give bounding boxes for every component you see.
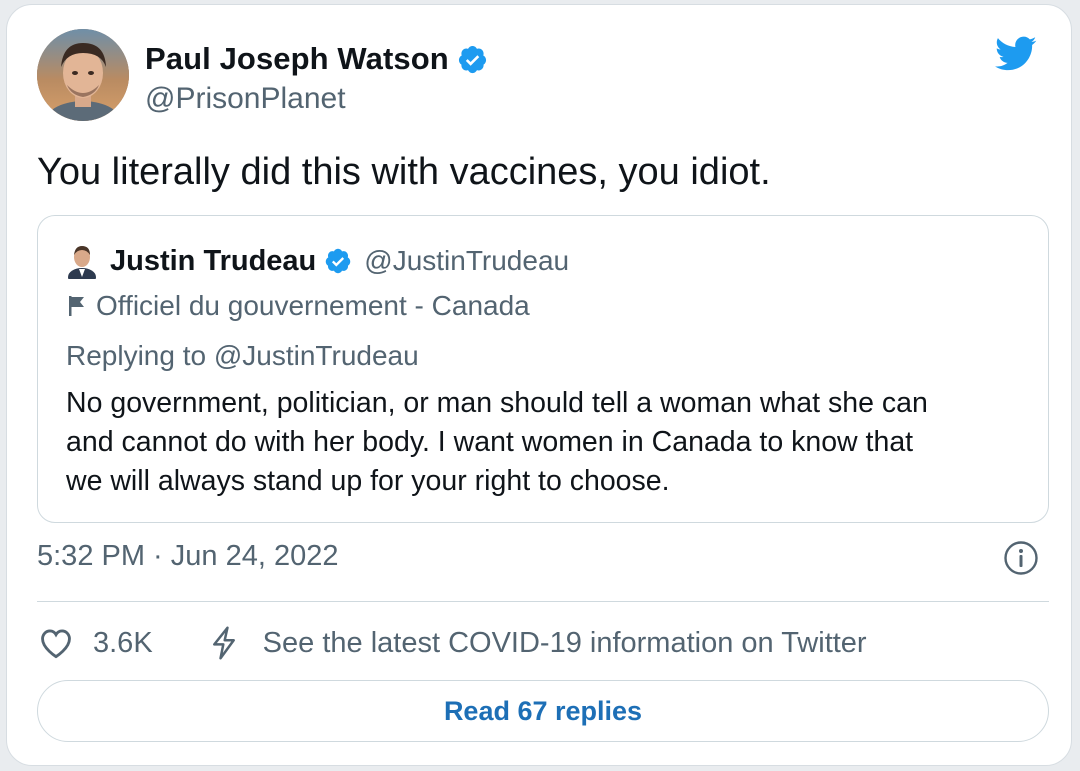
quoted-author-name[interactable]: Justin Trudeau (110, 245, 316, 278)
verified-badge-icon (458, 45, 486, 73)
verified-badge-icon (326, 248, 351, 274)
quoted-author-avatar[interactable] (66, 243, 98, 279)
bolt-icon[interactable] (207, 625, 241, 661)
quoted-tweet-header: Justin Trudeau @JustinTrudeau (66, 243, 569, 279)
flag-icon (69, 296, 84, 316)
author-block: Paul Joseph Watson @PrisonPlanet (145, 39, 488, 116)
replying-to[interactable]: Replying to @JustinTrudeau (66, 340, 419, 372)
divider (37, 601, 1049, 602)
tweet-card: Paul Joseph Watson @PrisonPlanet You lit… (6, 4, 1072, 766)
heart-icon[interactable] (37, 624, 75, 662)
read-replies-button[interactable]: Read 67 replies (37, 680, 1049, 742)
quoted-tweet-line: No government, politician, or man should… (66, 387, 928, 419)
quoted-tweet[interactable]: Justin Trudeau @JustinTrudeau Officiel d… (37, 215, 1049, 523)
author-handle[interactable]: @PrisonPlanet (145, 82, 488, 116)
government-label-text: Officiel du gouvernement - Canada (96, 290, 530, 321)
tweet-actions: 3.6K See the latest COVID-19 information… (37, 618, 867, 668)
twitter-bird-icon[interactable] (995, 36, 1037, 72)
author-name[interactable]: Paul Joseph Watson (145, 41, 449, 77)
quoted-author-handle[interactable]: @JustinTrudeau (364, 245, 569, 277)
quoted-tweet-line: we will always stand up for your right t… (66, 465, 670, 497)
covid-info-link[interactable]: See the latest COVID-19 information on T… (263, 627, 867, 660)
info-icon[interactable] (1003, 540, 1039, 576)
author-name-row: Paul Joseph Watson (145, 39, 488, 79)
author-avatar-image (37, 29, 129, 121)
quoted-tweet-line: and cannot do with her body. I want wome… (66, 426, 914, 458)
tweet-text: You literally did this with vaccines, yo… (37, 151, 771, 193)
author-avatar[interactable] (37, 29, 129, 121)
quoted-tweet-text: No government, politician, or man should… (66, 384, 1026, 501)
like-count[interactable]: 3.6K (93, 627, 153, 660)
government-label: Officiel du gouvernement - Canada (66, 290, 530, 322)
tweet-timestamp[interactable]: 5:32 PM · Jun 24, 2022 (37, 540, 338, 573)
